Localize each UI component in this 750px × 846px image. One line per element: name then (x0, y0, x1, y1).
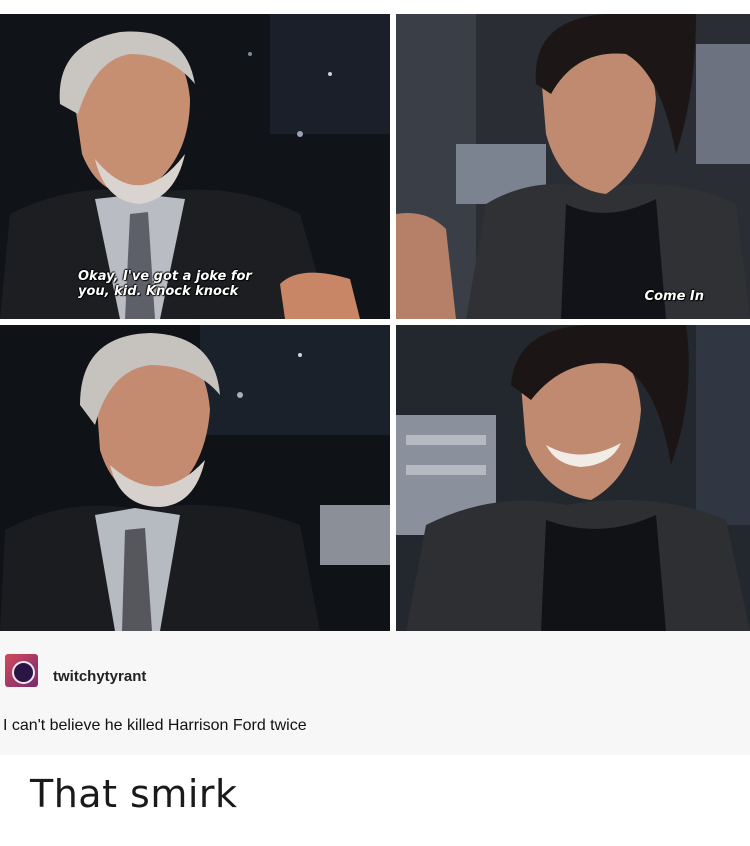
comment-text: That smirk (30, 772, 238, 816)
panel-4-image (396, 325, 750, 631)
panel-1-caption: Okay, I've got a joke for you, kid. Knoc… (78, 269, 252, 299)
panel-2-caption: Come In (644, 289, 704, 304)
username[interactable]: twitchytyrant (53, 668, 146, 685)
panel-3-image (0, 325, 390, 631)
post-text: I can't believe he killed Harrison Ford … (3, 717, 307, 734)
meme-panel-3 (0, 325, 390, 631)
meme-panel-1: Okay, I've got a joke for you, kid. Knoc… (0, 14, 390, 319)
panel-2-image (396, 14, 750, 319)
user-avatar[interactable] (5, 654, 38, 687)
post-card: twitchytyrant I can't believe he killed … (0, 631, 750, 755)
meme-panel-2: Come In (396, 14, 750, 319)
meme-panel-4 (396, 325, 750, 631)
